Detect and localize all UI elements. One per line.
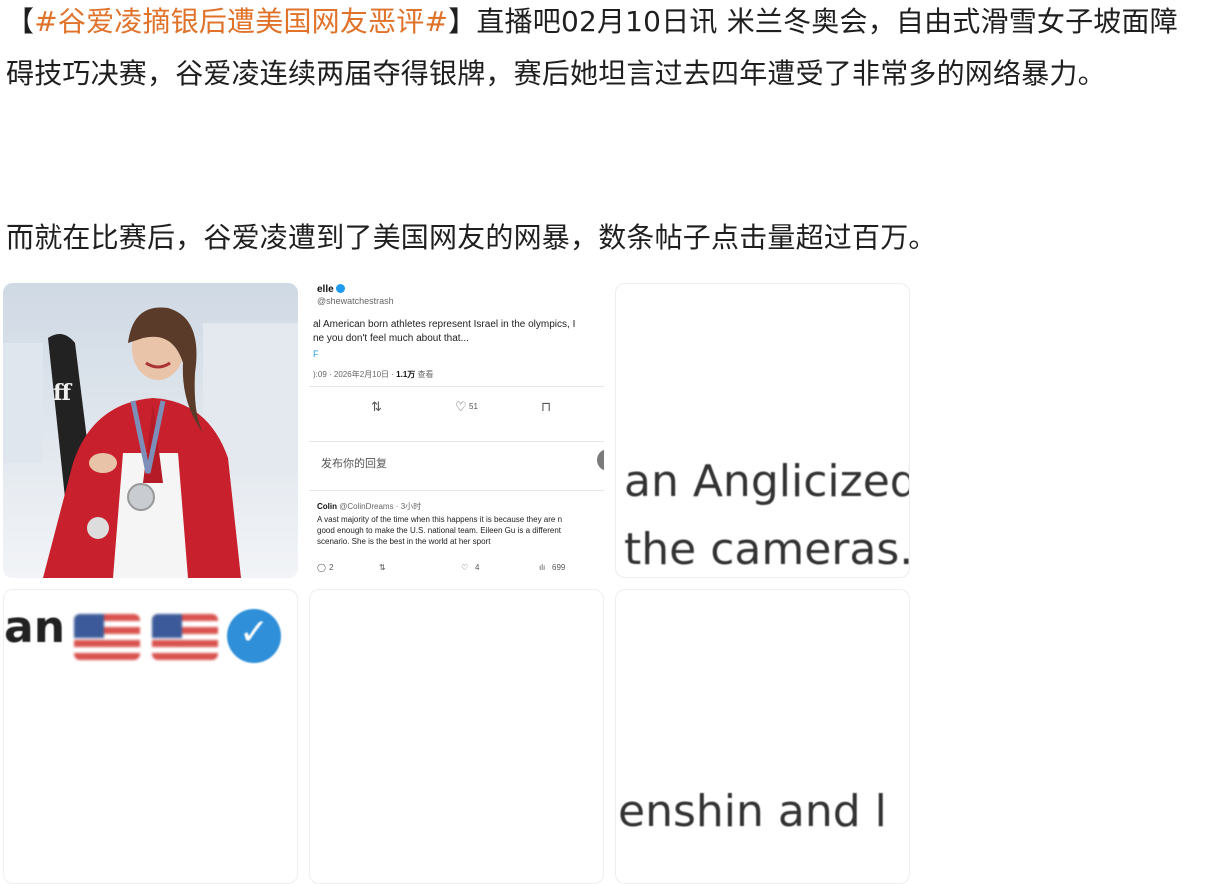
tweet-body-line-1: al American born athletes represent Isra… <box>313 319 576 330</box>
svg-text:ff: ff <box>53 380 73 406</box>
tweet-time: ):09 · 2026年2月10日 · <box>313 370 397 379</box>
blank-image[interactable] <box>309 589 604 884</box>
bookmark-icon: ⊓ <box>541 399 552 414</box>
zoom-line-1: an Anglicized v <box>624 456 910 507</box>
like-count: 51 <box>469 402 478 411</box>
comment-line-2: good enough to make the U.S. national te… <box>317 526 562 535</box>
tweet-screenshot[interactable]: elle @shewatchestrash al American born a… <box>309 283 604 578</box>
comment-handle-time: @ColinDreams · 3小时 <box>337 502 422 511</box>
tweet-author-name: elle <box>317 284 334 295</box>
reply-placeholder: 发布你的回复 <box>321 458 387 470</box>
zoomed-text-image-enship[interactable]: enshin and l <box>615 589 910 884</box>
comment-author: Colin @ColinDreams · 3小时 <box>317 501 421 512</box>
bracket-open: 【 <box>6 5 35 38</box>
tweet-meta: ):09 · 2026年2月10日 · 1.1万 查看 <box>313 369 434 380</box>
article-paragraph-2: 而就在比赛后，谷爱凌遭到了美国网友的网暴，数条帖子点击量超过百万。 <box>6 221 937 254</box>
reply-count: 2 <box>329 563 334 572</box>
tweet-views-label: 查看 <box>415 370 434 379</box>
divider <box>309 386 604 387</box>
comment-author-name: Colin <box>317 502 337 511</box>
verified-badge-icon <box>227 609 281 663</box>
zoom-line-2: the cameras. S <box>624 524 910 575</box>
tweet-body: al American born athletes represent Isra… <box>313 318 575 346</box>
tweet-actions: ⇅ ♡ 51 ⊓ <box>309 399 604 417</box>
zoom-enship-text: enshin and l <box>618 786 887 837</box>
divider <box>309 490 604 491</box>
article-paragraph-1: 【#谷爱凌摘银后遭美国网友恶评#】直播吧02月10日讯 米兰冬奥会，自由式滑雪女… <box>6 0 1206 100</box>
zoomed-flags-image[interactable]: an <box>3 589 298 884</box>
image-grid: ff elle @shewatchestrash al American bor… <box>3 283 913 884</box>
comment-line-1: A vast majority of the time when this ha… <box>317 515 563 524</box>
tweet-handle: @shewatchestrash <box>317 296 394 306</box>
reply-icon: ◯ <box>317 563 326 572</box>
topic-hashtag-link[interactable]: #谷爱凌摘银后遭美国网友恶评# <box>34 5 448 38</box>
verified-badge-icon <box>335 284 345 293</box>
tweet-body-line-2: ne you don't feel much about that... <box>313 333 469 344</box>
us-flag-icon <box>152 614 218 660</box>
divider <box>309 441 604 442</box>
athlete-photo-illustration: ff <box>3 283 298 578</box>
zoomed-text-image-anglicized[interactable]: an Anglicized v the cameras. S <box>615 283 910 578</box>
like-icon: ♡ <box>455 399 467 414</box>
us-flag-icon <box>74 614 140 660</box>
views-icon: ılı <box>539 563 546 572</box>
comment-line-3: scenario. She is the best in the world a… <box>317 537 491 546</box>
tweet-translate-link: F <box>313 349 319 359</box>
comment-like-count: 4 <box>475 563 480 572</box>
retweet-icon: ⇅ <box>371 399 382 414</box>
retweet-icon: ⇅ <box>379 563 386 572</box>
tweet-author: elle <box>317 284 345 295</box>
comment-views: 699 <box>552 563 566 572</box>
athlete-photo[interactable]: ff <box>3 283 298 578</box>
like-icon: ♡ <box>461 563 469 572</box>
comment-body: A vast majority of the time when this ha… <box>317 514 562 547</box>
zoom-flags-text: an <box>4 602 66 653</box>
tweet-views: 1.1万 <box>396 370 416 379</box>
reply-button <box>597 449 604 471</box>
